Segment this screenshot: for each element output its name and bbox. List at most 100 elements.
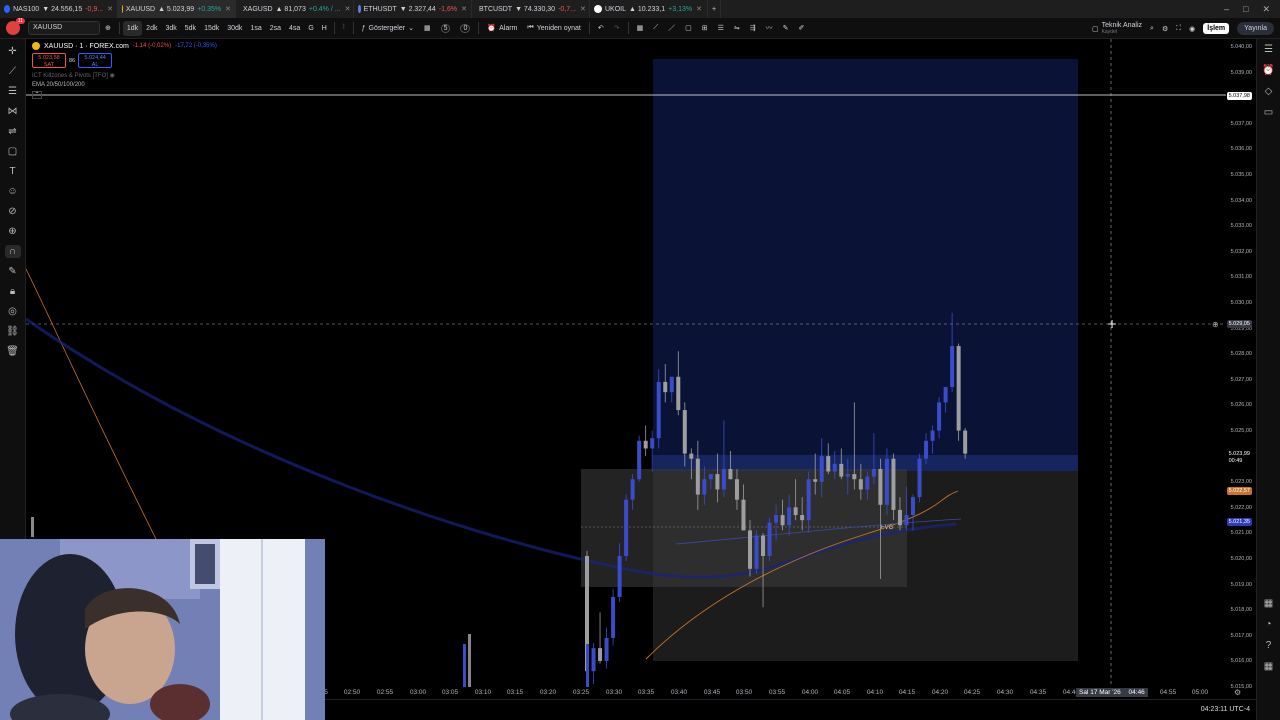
symbol-tab[interactable]: XAGUSD ▲ 81,073 +0.4% / ... ✕ (236, 0, 354, 18)
emoji-icon[interactable]: ☺ (5, 185, 21, 198)
candle-body (617, 556, 622, 597)
highlighter-tool-icon[interactable]: ✐ (794, 18, 810, 39)
price-tick-label: 5.037,00 (1230, 120, 1252, 127)
chart-type-icon[interactable]: ⫶ (338, 18, 350, 39)
symbol-tab[interactable]: XAUUSD ▲ 5.023,99 +0.35% ✕ (118, 0, 236, 18)
path-tool-icon[interactable]: 〰 (761, 18, 778, 39)
alarm-button[interactable]: ⏰ Alarm (482, 18, 522, 39)
calendar-icon[interactable]: ▦ (1264, 598, 1273, 609)
interval-2sa[interactable]: 2sa (266, 18, 285, 39)
interval-G[interactable]: G (304, 18, 317, 39)
tab-price: ▲ 81,073 (275, 5, 306, 13)
close-tab-icon[interactable]: ✕ (107, 5, 113, 13)
brush-tool-icon[interactable]: ✎ (778, 18, 794, 39)
trade-button[interactable]: İşlem (1203, 23, 1230, 34)
maximize-icon[interactable]: □ (1243, 4, 1248, 14)
pattern-icon[interactable]: ⋈ (5, 105, 21, 118)
camera-icon[interactable]: ◉ (1189, 25, 1195, 33)
trendline-tool-icon[interactable]: ／ (663, 18, 680, 39)
undo-icon[interactable]: ↶ (593, 18, 609, 39)
alerts-icon[interactable]: ⏰ (1262, 65, 1274, 76)
zoom-icon[interactable]: ⊕ (5, 225, 21, 238)
lines-icon[interactable]: ☰ (5, 85, 21, 98)
line-tool-icon[interactable]: ⟋ (5, 65, 21, 78)
symbol-tab[interactable]: NAS100 ▼ 24.556,15 -0,9... ✕ (0, 0, 118, 18)
chat-icon[interactable]: ▭ (1264, 107, 1273, 118)
measure-icon[interactable]: ⊘ (5, 205, 21, 218)
close-tab-icon[interactable]: ✕ (580, 5, 586, 13)
link-icon[interactable]: ⛓ (5, 325, 21, 338)
interval-15dk[interactable]: 15dk (200, 18, 223, 39)
grid-tool-icon[interactable]: ▦ (632, 18, 649, 39)
interval-3dk[interactable]: 3dk (161, 18, 180, 39)
eye-icon[interactable]: ◎ (5, 305, 21, 318)
price-tick-label: 5.033,00 (1230, 223, 1252, 230)
crosshair-icon[interactable]: ✛ (5, 45, 21, 58)
interval-1sa[interactable]: 1sa (246, 18, 265, 39)
price-axis[interactable]: 5.015,00 5.016,00 5.017,00 5.018,00 5.019,00… (1226, 39, 1256, 690)
add-alert-icon[interactable]: ⊕ (1212, 320, 1219, 329)
publish-button[interactable]: Yayınla (1237, 22, 1274, 35)
interval-4sa[interactable]: 4sa (285, 18, 304, 39)
price-tick-label: 5.017,00 (1230, 632, 1252, 639)
compare-icon[interactable]: ⊕ (100, 18, 116, 39)
layers-icon[interactable]: ◇ (1265, 86, 1273, 97)
interval-H[interactable]: H (318, 18, 331, 39)
ruler-tool-icon[interactable]: ⇋ (729, 18, 745, 39)
settings-icon[interactable]: ⚙ (1162, 25, 1168, 33)
interval-5dk[interactable]: 5dk (181, 18, 200, 39)
help-icon[interactable]: ? (1266, 640, 1272, 651)
eye-icon[interactable]: ◉ (110, 73, 115, 79)
pitchfork-tool-icon[interactable]: ⇶ (745, 18, 761, 39)
symbol-tab[interactable]: UKOIL ▲ 10.233,1 +3,13% ✕ (590, 0, 708, 18)
fib-icon[interactable]: ⇌ (5, 125, 21, 138)
interval-1dk[interactable]: 1dk (122, 20, 143, 36)
new-tab-button[interactable]: + (708, 0, 722, 18)
symbol-logo-icon (32, 42, 40, 50)
redo-icon[interactable]: ↷ (609, 18, 625, 39)
profile-avatar[interactable]: 11 (6, 18, 25, 35)
channel-tool-icon[interactable]: ☰ (713, 18, 729, 39)
sell-button[interactable]: 5.023,58 SAT (32, 53, 66, 68)
text-icon[interactable]: T (5, 165, 21, 178)
close-icon[interactable]: ✕ (1262, 4, 1270, 15)
symbol-tab[interactable]: BTCUSDT ▼ 74.330,30 -0,7... ✕ (472, 0, 590, 18)
collapse-legend-icon[interactable]: ⌃ (32, 91, 42, 99)
templates-icon[interactable]: ▦ (419, 18, 436, 39)
symbol-tab[interactable]: ETHUSDT ▼ 2.327,44 -1,6% ✕ (354, 0, 472, 18)
interval-2dk[interactable]: 2dk (142, 18, 161, 39)
lock-icon[interactable]: 🔒︎ (5, 285, 21, 298)
legend-title[interactable]: XAUUSD · 1 · FOREX.com (44, 43, 129, 50)
symbol-logo-icon (122, 5, 123, 13)
apps-icon[interactable]: ▦ (1264, 661, 1273, 672)
axis-settings-icon[interactable]: ⚙ (1234, 688, 1241, 697)
badge-b[interactable]: 0 (455, 18, 475, 39)
tab-change: +3,13% (668, 5, 693, 13)
target-zone[interactable] (653, 59, 1078, 470)
replay-button[interactable]: ⏮ Yeniden oynat (522, 18, 585, 39)
buy-button[interactable]: 5.024,44 AL (78, 53, 113, 68)
close-tab-icon[interactable]: ✕ (225, 5, 231, 13)
fullscreen-icon[interactable]: ⛶ (1176, 25, 1181, 33)
fib-tool-icon[interactable]: ⊞ (697, 18, 713, 39)
hline-tool-icon[interactable]: ⟋ (648, 18, 663, 39)
pencil-lock-icon[interactable]: ✎ (5, 265, 21, 278)
close-tab-icon[interactable]: ✕ (345, 5, 351, 13)
indicator-ema[interactable]: EMA 20/50/100/200 (32, 82, 217, 88)
minimize-icon[interactable]: – (1224, 4, 1229, 14)
analysis-layout-button[interactable]: ▢ Teknik Analiz Kaydet (1092, 22, 1142, 36)
symbol-search-input[interactable]: XAUUSD (28, 21, 100, 35)
magnet-icon[interactable]: ∩ (4, 245, 21, 258)
close-tab-icon[interactable]: ✕ (696, 5, 702, 13)
trash-icon[interactable]: 🗑︎ (5, 345, 21, 358)
indicator-killzones[interactable]: ICT Killzones & Pivots [TFO] ◉ (32, 72, 217, 79)
rectangle-tool-icon[interactable]: ▢ (680, 18, 697, 39)
watchlist-icon[interactable]: ☰ (1264, 44, 1273, 55)
interval-30dk[interactable]: 30dk (223, 18, 246, 39)
notifications-icon[interactable]: ◔ (1265, 619, 1271, 630)
badge-a[interactable]: 5 (436, 18, 456, 39)
indicators-button[interactable]: ƒ Göstergeler ⌄ (357, 18, 419, 39)
close-tab-icon[interactable]: ✕ (461, 5, 467, 13)
shape-icon[interactable]: ▢ (5, 145, 21, 158)
quick-search-icon[interactable]: ⌕ (1150, 25, 1154, 33)
